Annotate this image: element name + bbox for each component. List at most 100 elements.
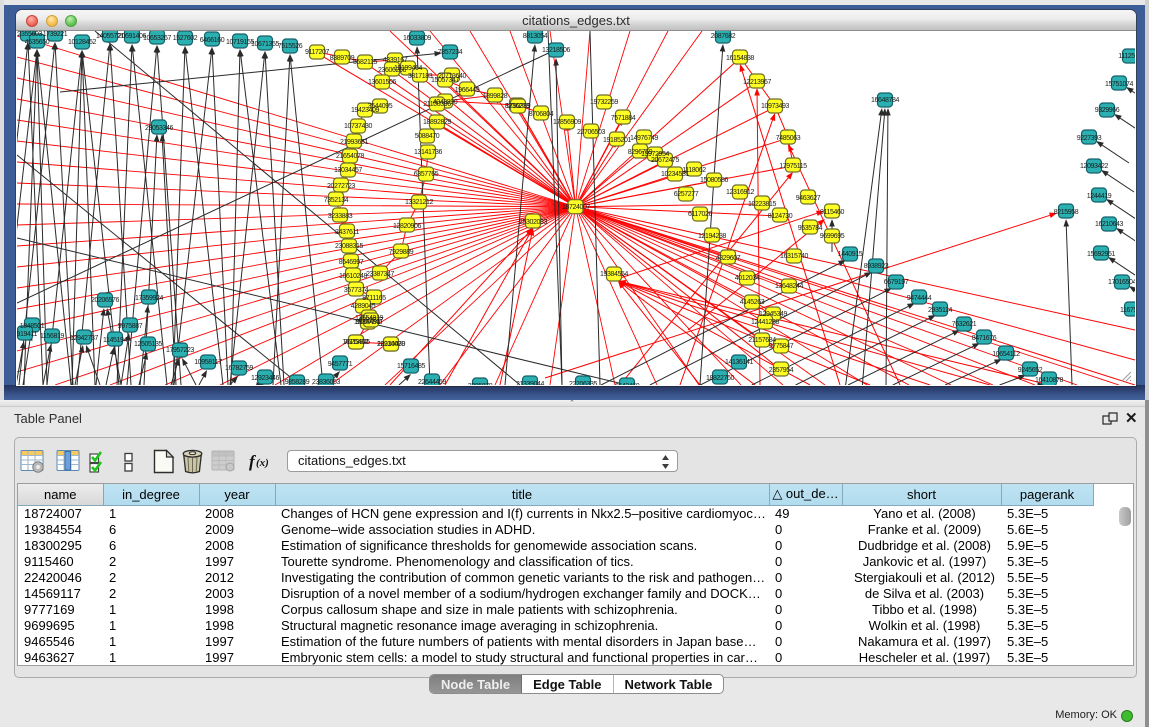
svg-text:6357765: 6357765 xyxy=(414,171,439,178)
svg-text:8471676: 8471676 xyxy=(972,335,997,342)
svg-text:29053346: 29053346 xyxy=(145,125,173,132)
svg-text:4339167: 4339167 xyxy=(383,57,408,64)
svg-text:12942737: 12942737 xyxy=(70,335,98,342)
svg-text:15751074: 15751074 xyxy=(1105,81,1133,88)
svg-text:21100396: 21100396 xyxy=(423,101,451,108)
svg-text:12316912: 12316912 xyxy=(726,189,754,196)
svg-text:14976749: 14976749 xyxy=(630,135,658,142)
svg-text:9463627: 9463627 xyxy=(796,195,821,202)
svg-text:14136141: 14136141 xyxy=(725,359,753,366)
svg-text:18822760: 18822760 xyxy=(706,375,734,382)
svg-text:12820906: 12820906 xyxy=(393,223,421,230)
svg-text:7857234: 7857234 xyxy=(438,49,463,56)
svg-text:22206335: 22206335 xyxy=(569,381,597,385)
svg-text:9775847: 9775847 xyxy=(769,343,794,350)
svg-text:19423409: 19423409 xyxy=(351,107,379,114)
svg-text:16033809: 16033809 xyxy=(403,35,431,42)
svg-text:12194238: 12194238 xyxy=(698,233,726,240)
svg-text:17016504: 17016504 xyxy=(1108,279,1135,286)
svg-text:1848501: 1848501 xyxy=(20,323,45,330)
svg-text:10128452: 10128452 xyxy=(68,39,96,46)
svg-text:17975115: 17975115 xyxy=(779,163,807,170)
svg-text:1118062: 1118062 xyxy=(682,167,706,174)
svg-text:1112501: 1112501 xyxy=(1118,53,1135,60)
svg-text:16648784: 16648784 xyxy=(871,97,899,104)
svg-text:16315740: 16315740 xyxy=(780,253,808,260)
svg-text:3295870: 3295870 xyxy=(468,383,493,385)
svg-text:8389709: 8389709 xyxy=(330,55,355,62)
svg-text:12923446: 12923446 xyxy=(251,375,279,382)
svg-text:9117207: 9117207 xyxy=(305,49,329,56)
svg-text:12093422: 12093422 xyxy=(1080,163,1108,170)
svg-text:7485063: 7485063 xyxy=(776,135,801,142)
svg-text:8546997: 8546997 xyxy=(339,259,364,266)
svg-text:9329966: 9329966 xyxy=(1095,107,1120,114)
svg-text:7515526: 7515526 xyxy=(278,43,303,50)
svg-text:8215958: 8215958 xyxy=(1054,209,1079,216)
svg-text:17957223: 17957223 xyxy=(166,347,194,354)
svg-text:9975887: 9975887 xyxy=(118,323,143,330)
svg-text:20206576: 20206576 xyxy=(91,297,119,304)
svg-text:8706804: 8706804 xyxy=(529,111,554,118)
svg-text:15716485: 15716485 xyxy=(397,363,425,370)
svg-text:1899828: 1899828 xyxy=(483,93,508,100)
svg-text:6117026: 6117026 xyxy=(688,211,712,218)
svg-text:4635650: 4635650 xyxy=(25,39,50,46)
svg-text:15692951: 15692951 xyxy=(1087,251,1115,258)
svg-text:5582115: 5582115 xyxy=(353,59,377,66)
svg-text:8124730: 8124730 xyxy=(768,213,793,220)
svg-text:10653267: 10653267 xyxy=(143,35,171,42)
svg-text:13141736: 13141736 xyxy=(414,149,442,156)
svg-text:10737430: 10737430 xyxy=(344,123,372,130)
svg-text:4145263: 4145263 xyxy=(740,299,765,306)
svg-text:7352134: 7352134 xyxy=(324,197,349,204)
svg-text:2357954: 2357954 xyxy=(769,367,794,374)
svg-text:2935114: 2935114 xyxy=(928,307,952,314)
svg-text:12213967: 12213967 xyxy=(743,79,771,86)
svg-text:9227393: 9227393 xyxy=(1077,135,1102,142)
svg-text:1145194: 1145194 xyxy=(103,337,127,344)
svg-text:3577374: 3577374 xyxy=(344,287,369,294)
svg-text:6642460: 6642460 xyxy=(615,383,640,385)
svg-text:13034457: 13034457 xyxy=(334,167,362,174)
svg-text:10671355: 10671355 xyxy=(251,41,279,48)
svg-text:6466160: 6466160 xyxy=(200,37,225,44)
svg-text:21654078: 21654078 xyxy=(336,153,364,160)
svg-text:17856909: 17856909 xyxy=(553,119,581,126)
svg-text:1167534: 1167534 xyxy=(1120,307,1135,314)
svg-text:16914479: 16914479 xyxy=(377,341,405,348)
svg-text:22644459: 22644459 xyxy=(418,379,446,385)
svg-text:1739221: 1739221 xyxy=(43,31,68,38)
svg-text:7632621: 7632621 xyxy=(952,321,977,328)
svg-text:2087682: 2087682 xyxy=(711,33,736,40)
svg-text:21339044: 21339044 xyxy=(516,381,544,385)
svg-text:9474444: 9474444 xyxy=(907,295,932,302)
svg-text:7571884: 7571884 xyxy=(611,115,636,122)
svg-text:10223815: 10223815 xyxy=(748,201,776,208)
svg-text:23088315: 23088315 xyxy=(335,243,363,250)
svg-text:1527602: 1527602 xyxy=(173,35,198,42)
svg-text:15057347: 15057347 xyxy=(431,77,459,84)
svg-text:7929889: 7929889 xyxy=(389,249,414,256)
svg-text:9245652: 9245652 xyxy=(1018,367,1043,374)
svg-text:4012034: 4012034 xyxy=(735,275,760,282)
svg-text:12505135: 12505135 xyxy=(134,341,162,348)
svg-text:22355603: 22355603 xyxy=(17,31,42,38)
svg-text:15080586: 15080586 xyxy=(700,177,728,184)
svg-text:12945349: 12945349 xyxy=(759,311,787,318)
svg-text:1790399: 1790399 xyxy=(506,103,531,110)
svg-text:13648244: 13648244 xyxy=(775,283,803,290)
svg-text:19185201: 19185201 xyxy=(603,137,631,144)
svg-text:21993651: 21993651 xyxy=(340,139,368,146)
svg-text:5088470: 5088470 xyxy=(415,133,440,140)
svg-text:10958117: 10958117 xyxy=(194,359,222,366)
svg-text:(x): (x) xyxy=(256,457,269,469)
svg-text:6679197: 6679197 xyxy=(884,279,909,286)
svg-text:9115460: 9115460 xyxy=(820,209,844,216)
svg-text:16410878: 16410878 xyxy=(1035,377,1063,384)
svg-text:9535784: 9535784 xyxy=(798,225,823,232)
svg-text:19199464: 19199464 xyxy=(394,65,422,72)
svg-text:6382877: 6382877 xyxy=(359,317,384,324)
svg-text:3919411: 3919411 xyxy=(17,331,37,338)
svg-text:3817183: 3817183 xyxy=(408,73,433,80)
